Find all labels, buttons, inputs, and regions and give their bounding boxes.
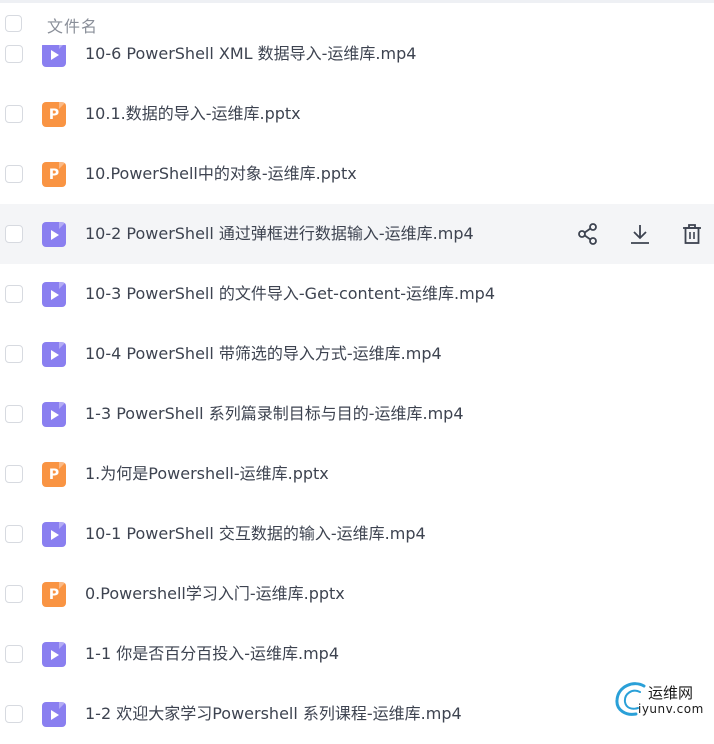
file-row[interactable]: 10-2 PowerShell 通过弹框进行数据输入-运维库.mp4	[0, 204, 714, 264]
file-name[interactable]: 1-1 你是否百分百投入-运维库.mp4	[85, 642, 339, 666]
file-name[interactable]: 10-6 PowerShell XML 数据导入-运维库.mp4	[85, 42, 416, 66]
file-name[interactable]: 10-2 PowerShell 通过弹框进行数据输入-运维库.mp4	[85, 222, 474, 246]
row-checkbox[interactable]	[5, 225, 23, 243]
file-row[interactable]: P 10.PowerShell中的对象-运维库.pptx	[0, 144, 714, 204]
file-row[interactable]: 10-4 PowerShell 带筛选的导入方式-运维库.mp4	[0, 324, 714, 384]
list-header: 文件名	[0, 5, 714, 45]
watermark-url: iyunv.com	[638, 702, 704, 716]
file-row[interactable]: 1-2 欢迎大家学习Powershell 系列课程-运维库.mp4	[0, 684, 714, 744]
row-checkbox[interactable]	[5, 465, 23, 483]
row-checkbox[interactable]	[5, 105, 23, 123]
share-icon[interactable]	[576, 222, 600, 246]
file-name[interactable]: 1.为何是Powershell-运维库.pptx	[85, 462, 329, 486]
video-file-icon	[42, 342, 66, 367]
file-name[interactable]: 0.Powershell学习入门-运维库.pptx	[85, 582, 345, 606]
file-name[interactable]: 10-1 PowerShell 交互数据的输入-运维库.mp4	[85, 522, 426, 546]
delete-icon[interactable]	[680, 222, 704, 246]
file-row[interactable]: P 10.1.数据的导入-运维库.pptx	[0, 84, 714, 144]
top-border	[0, 0, 714, 3]
video-file-icon	[42, 702, 66, 727]
file-name[interactable]: 10-4 PowerShell 带筛选的导入方式-运维库.mp4	[85, 342, 442, 366]
row-checkbox[interactable]	[5, 705, 23, 723]
video-file-icon	[42, 222, 66, 247]
watermark-text: 运维网	[648, 684, 694, 702]
file-row[interactable]: 10-3 PowerShell 的文件导入-Get-content-运维库.mp…	[0, 264, 714, 324]
file-name[interactable]: 10-3 PowerShell 的文件导入-Get-content-运维库.mp…	[85, 282, 495, 306]
row-actions	[574, 222, 714, 246]
file-list: 10-6 PowerShell XML 数据导入-运维库.mp4 P 10.1.数据…	[0, 24, 714, 744]
row-checkbox[interactable]	[5, 405, 23, 423]
row-checkbox[interactable]	[5, 345, 23, 363]
row-checkbox[interactable]	[5, 285, 23, 303]
ppt-file-icon: P	[42, 102, 66, 127]
file-row[interactable]: P 0.Powershell学习入门-运维库.pptx	[0, 564, 714, 624]
ppt-file-icon: P	[42, 462, 66, 487]
row-checkbox[interactable]	[5, 165, 23, 183]
video-file-icon	[42, 42, 66, 67]
file-row[interactable]: P 1.为何是Powershell-运维库.pptx	[0, 444, 714, 504]
row-checkbox[interactable]	[5, 45, 23, 63]
row-checkbox[interactable]	[5, 525, 23, 543]
row-checkbox[interactable]	[5, 645, 23, 663]
file-name[interactable]: 1-3 PowerShell 系列篇录制目标与目的-运维库.mp4	[85, 402, 464, 426]
select-all-checkbox[interactable]	[5, 15, 22, 32]
column-header-filename[interactable]: 文件名	[47, 13, 98, 37]
video-file-icon	[42, 402, 66, 427]
file-name[interactable]: 1-2 欢迎大家学习Powershell 系列课程-运维库.mp4	[85, 702, 462, 726]
video-file-icon	[42, 522, 66, 547]
file-row[interactable]: 10-1 PowerShell 交互数据的输入-运维库.mp4	[0, 504, 714, 564]
file-name[interactable]: 10.PowerShell中的对象-运维库.pptx	[85, 162, 357, 186]
ppt-file-icon: P	[42, 162, 66, 187]
file-name[interactable]: 10.1.数据的导入-运维库.pptx	[85, 102, 301, 126]
row-checkbox[interactable]	[5, 585, 23, 603]
file-row[interactable]: 1-1 你是否百分百投入-运维库.mp4	[0, 624, 714, 684]
download-icon[interactable]	[628, 222, 652, 246]
video-file-icon	[42, 282, 66, 307]
ppt-file-icon: P	[42, 582, 66, 607]
watermark: 运维网 iyunv.com	[612, 678, 712, 722]
video-file-icon	[42, 642, 66, 667]
file-row[interactable]: 1-3 PowerShell 系列篇录制目标与目的-运维库.mp4	[0, 384, 714, 444]
